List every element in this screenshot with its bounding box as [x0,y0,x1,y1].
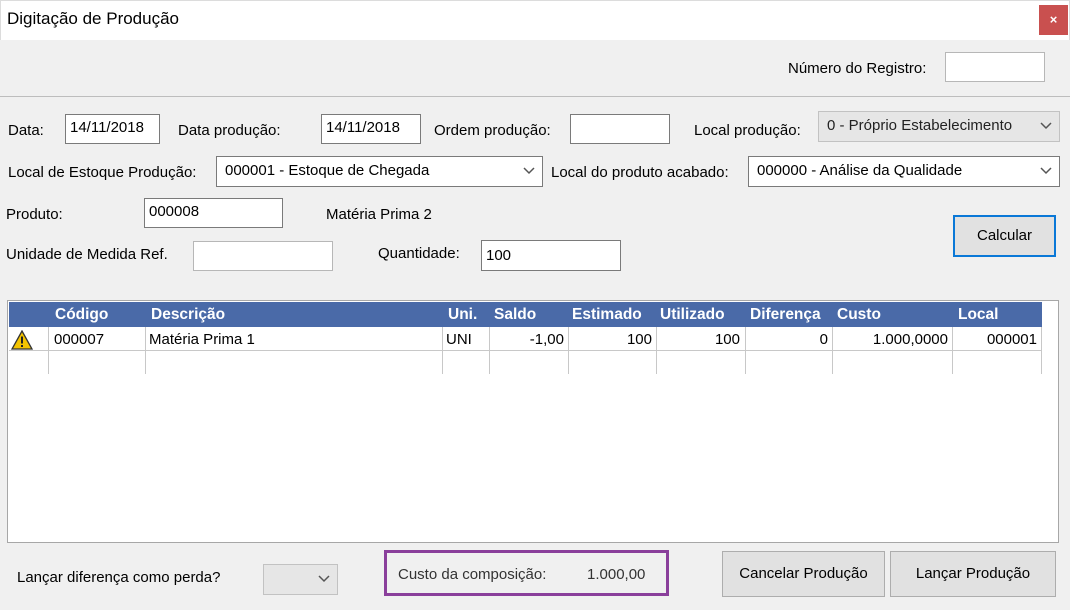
produto-label: Produto: [6,206,63,223]
cancelar-producao-button[interactable]: Cancelar Produção [722,551,885,597]
col-header-utilizado[interactable]: Utilizado [660,306,725,324]
data-producao-label: Data produção: [178,122,281,139]
custo-composicao-value: 1.000,00 [587,566,646,583]
window-title: Digitação de Produção [7,9,180,28]
col-header-local[interactable]: Local [958,306,998,324]
quantidade-input[interactable]: 100 [481,240,621,271]
warning-icon [11,330,33,350]
chevron-down-icon [1040,167,1052,175]
data-producao-input[interactable]: 14/11/2018 [321,114,421,144]
chevron-down-icon [523,167,535,175]
col-header-uni[interactable]: Uni. [448,306,477,324]
estoque-producao-label: Local de Estoque Produção: [8,164,197,181]
chevron-down-icon [318,575,330,583]
perda-label: Lançar diferença como perda? [17,569,221,586]
ordem-producao-input[interactable] [570,114,670,144]
data-input[interactable]: 14/11/2018 [65,114,160,144]
separator [0,96,1070,97]
unidade-medida-input[interactable] [193,241,333,271]
col-header-codigo[interactable]: Código [55,306,108,324]
produto-acabado-label: Local do produto acabado: [551,164,729,181]
data-label: Data: [8,122,44,139]
cell-codigo: 000007 [54,331,105,348]
estoque-producao-value: 000001 - Estoque de Chegada [225,162,430,179]
produto-description: Matéria Prima 2 [326,206,432,223]
quantidade-label: Quantidade: [378,245,460,262]
cell-estimado: 100 [626,331,652,348]
grid-divider [9,350,1042,351]
local-producao-label: Local produção: [694,122,801,139]
col-header-saldo[interactable]: Saldo [494,306,536,324]
local-producao-select[interactable]: 0 - Próprio Estabelecimento [818,111,1060,142]
cell-utilizado: 100 [714,331,740,348]
close-button[interactable]: × [1039,5,1068,35]
ordem-producao-label: Ordem produção: [434,122,551,139]
produto-input[interactable]: 000008 [144,198,283,228]
cell-diferenca: 0 [819,331,828,348]
perda-select[interactable] [263,564,338,595]
cell-custo: 1.000,0000 [872,331,948,348]
lancar-producao-button[interactable]: Lançar Produção [890,551,1056,597]
col-header-descricao[interactable]: Descrição [151,306,225,324]
cell-descricao: Matéria Prima 1 [149,331,255,348]
produto-acabado-value: 000000 - Análise da Qualidade [757,162,963,179]
col-header-custo[interactable]: Custo [837,306,881,324]
calcular-button[interactable]: Calcular [953,215,1056,257]
custo-composicao-label: Custo da composição: [398,566,547,583]
composition-grid[interactable]: Código Descrição Uni. Saldo Estimado Uti… [7,300,1059,543]
chevron-down-icon [1040,122,1052,130]
produto-acabado-select[interactable]: 000000 - Análise da Qualidade [748,156,1060,187]
local-producao-value: 0 - Próprio Estabelecimento [827,117,1013,134]
estoque-producao-select[interactable]: 000001 - Estoque de Chegada [216,156,543,187]
grid-header: Código Descrição Uni. Saldo Estimado Uti… [9,302,1042,327]
col-header-estimado[interactable]: Estimado [572,306,642,324]
col-header-diferenca[interactable]: Diferença [750,306,821,324]
registro-input[interactable] [945,52,1045,82]
registro-label: Número do Registro: [788,60,927,77]
cell-uni: UNI [446,331,472,348]
cell-saldo: -1,00 [529,331,564,348]
unidade-medida-label: Unidade de Medida Ref. [6,246,168,263]
cell-local: 000001 [986,331,1037,348]
